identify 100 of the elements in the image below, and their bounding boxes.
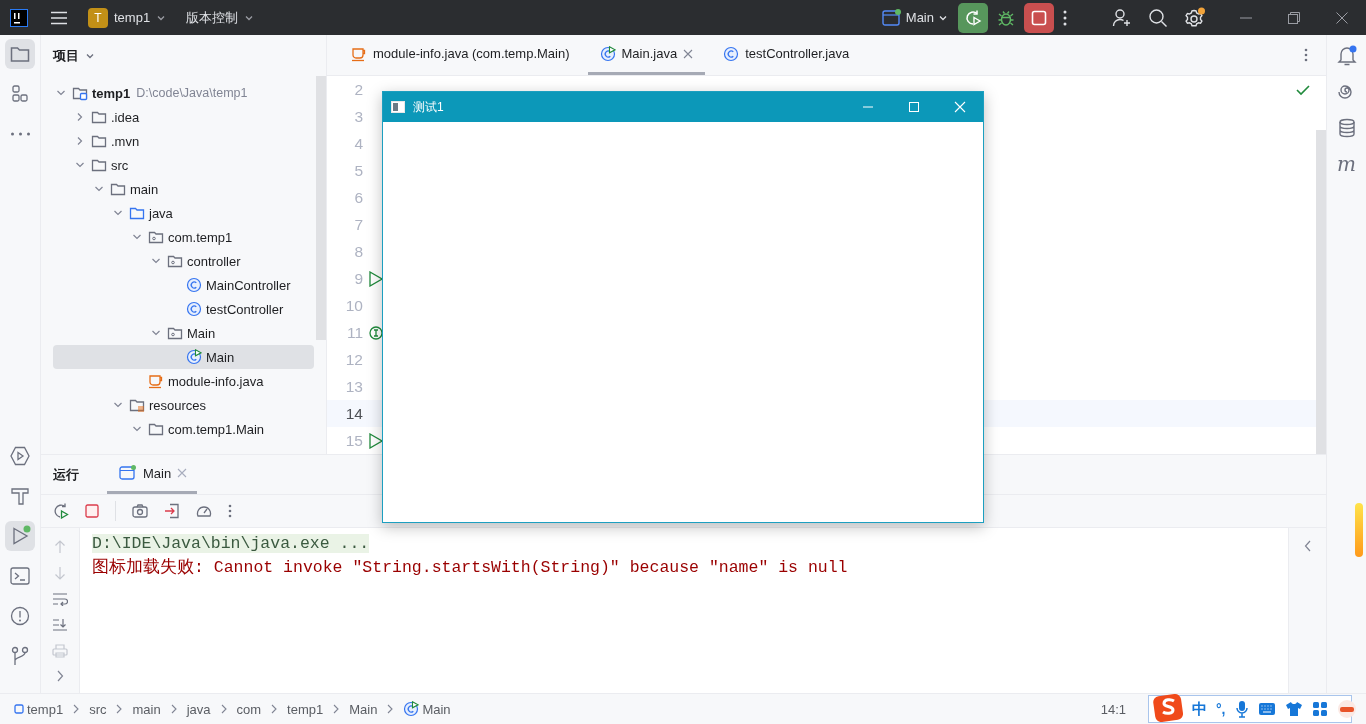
restore-icon[interactable] — [1288, 11, 1300, 24]
editor-tab[interactable]: testController.java — [711, 35, 862, 75]
more-icon[interactable] — [228, 504, 232, 518]
run-tab[interactable]: Main — [107, 455, 198, 494]
vcs-menu[interactable]: 版本控制 — [186, 8, 255, 27]
cup-icon — [148, 373, 164, 389]
tree-item[interactable]: com.temp1.Main — [53, 417, 314, 441]
folder-tool[interactable] — [5, 39, 35, 69]
tree-item[interactable]: java — [53, 201, 314, 225]
chevron-down-icon[interactable] — [94, 184, 104, 194]
project-switcher[interactable]: T temp1 — [88, 7, 167, 28]
tree-item[interactable]: resources — [53, 393, 314, 417]
scrollbar[interactable] — [316, 76, 326, 340]
chevron-down-icon[interactable] — [151, 256, 161, 266]
more-icon[interactable] — [1304, 48, 1308, 62]
add-user-icon[interactable] — [1112, 7, 1132, 28]
implements-gutter-icon[interactable] — [369, 325, 383, 340]
chevron-down-icon[interactable] — [113, 400, 123, 410]
rerun-icon — [964, 8, 982, 27]
tree-item[interactable]: com.temp1 — [53, 225, 314, 249]
breadcrumb[interactable]: com — [236, 701, 262, 717]
close-icon[interactable] — [683, 48, 694, 59]
exit-icon[interactable] — [164, 503, 180, 519]
scroll-to-end-icon[interactable] — [52, 618, 68, 632]
maximize-icon[interactable] — [908, 101, 920, 113]
run-config-selector[interactable]: Main — [881, 8, 948, 27]
breadcrumb[interactable]: java — [186, 701, 211, 717]
more-icon[interactable] — [1062, 8, 1068, 27]
chevron-left-icon[interactable] — [1303, 540, 1312, 552]
line-number: 14 — [344, 404, 363, 423]
line-number: 7 — [353, 215, 363, 234]
search-icon[interactable] — [1148, 7, 1168, 28]
chevron-down-icon[interactable] — [113, 208, 123, 218]
scroll-indicator — [1355, 503, 1363, 557]
soft-wrap-icon[interactable] — [52, 592, 68, 606]
grid-icon[interactable] — [1311, 701, 1328, 717]
scrollbar[interactable] — [1316, 130, 1326, 454]
keyboard-icon[interactable] — [1257, 702, 1276, 716]
run-tool[interactable] — [5, 521, 35, 551]
problems-icon — [9, 605, 31, 627]
line-number: 8 — [353, 242, 363, 261]
run-gutter-icon[interactable] — [369, 432, 383, 449]
folder-icon — [129, 205, 145, 221]
breadcrumb[interactable]: Main — [349, 701, 378, 717]
project-badge: T — [88, 7, 108, 28]
caret-position[interactable]: 14:1 — [1100, 701, 1126, 717]
stop-icon[interactable] — [85, 504, 99, 518]
line-number: 9 — [353, 269, 363, 288]
editor-tab[interactable]: Main.java — [587, 35, 706, 75]
line-number: 15 — [344, 431, 363, 450]
tree-item[interactable]: temp1 D:\code\Java\temp1 — [53, 81, 314, 105]
chevron-down-icon[interactable] — [132, 424, 142, 434]
editor-tab[interactable]: module-info.java (com.temp.Main) — [339, 35, 582, 75]
stop-button[interactable] — [1024, 2, 1054, 33]
ime-mode[interactable]: 中 — [1192, 699, 1207, 719]
camera-icon[interactable] — [132, 504, 148, 518]
tree-item[interactable]: testController — [53, 297, 314, 321]
tree-item[interactable]: Main — [53, 321, 314, 345]
gauge-icon[interactable] — [196, 503, 212, 519]
shirt-icon[interactable] — [1284, 701, 1303, 717]
chevron-right-icon[interactable] — [75, 136, 85, 146]
folder-icon — [110, 181, 126, 197]
class-icon — [723, 45, 740, 62]
project-view-selector[interactable]: 项目 — [53, 46, 95, 65]
app-logo-icon[interactable] — [10, 8, 28, 27]
chevron-right-icon — [220, 704, 227, 714]
tree-item[interactable]: module-info.java — [53, 369, 314, 393]
chevron-down-icon[interactable] — [132, 232, 142, 242]
tree-item[interactable]: main — [53, 177, 314, 201]
bell-icon[interactable] — [1335, 45, 1358, 67]
rerun-icon[interactable] — [53, 503, 69, 519]
breadcrumb[interactable]: src — [89, 701, 107, 717]
tree-item[interactable]: Main — [53, 345, 314, 369]
rerun-button[interactable] — [958, 2, 988, 33]
breadcrumb[interactable]: main — [132, 701, 161, 717]
chevron-right-icon[interactable] — [56, 670, 64, 682]
ime-logo-icon[interactable] — [1153, 692, 1183, 722]
breadcrumb[interactable]: temp1 — [287, 701, 324, 717]
chevron-down-icon[interactable] — [75, 160, 85, 170]
tree-item[interactable]: MainController — [53, 273, 314, 297]
tree-item[interactable]: .idea — [53, 105, 314, 129]
microphone-icon[interactable] — [1234, 700, 1249, 718]
breadcrumb[interactable]: temp1 — [27, 701, 64, 717]
close-icon[interactable] — [1336, 11, 1348, 24]
folder-icon — [91, 133, 107, 149]
chevron-down-icon[interactable] — [151, 328, 161, 338]
class-icon — [186, 301, 202, 317]
ime-punctuation[interactable]: °, — [1216, 701, 1226, 717]
settings-icon[interactable] — [1184, 6, 1206, 29]
tree-item[interactable]: src — [53, 153, 314, 177]
stop-icon — [1031, 9, 1047, 26]
chevron-down-icon[interactable] — [56, 88, 66, 98]
breadcrumb[interactable]: Main — [422, 701, 451, 717]
module-folder-icon — [72, 85, 88, 101]
tree-item[interactable]: .mvn — [53, 129, 314, 153]
chevron-right-icon[interactable] — [75, 112, 85, 122]
tree-item[interactable]: controller — [53, 249, 314, 273]
run-gutter-icon[interactable] — [369, 270, 383, 287]
maven-tool[interactable]: m — [1337, 153, 1356, 175]
package-icon — [148, 229, 164, 245]
